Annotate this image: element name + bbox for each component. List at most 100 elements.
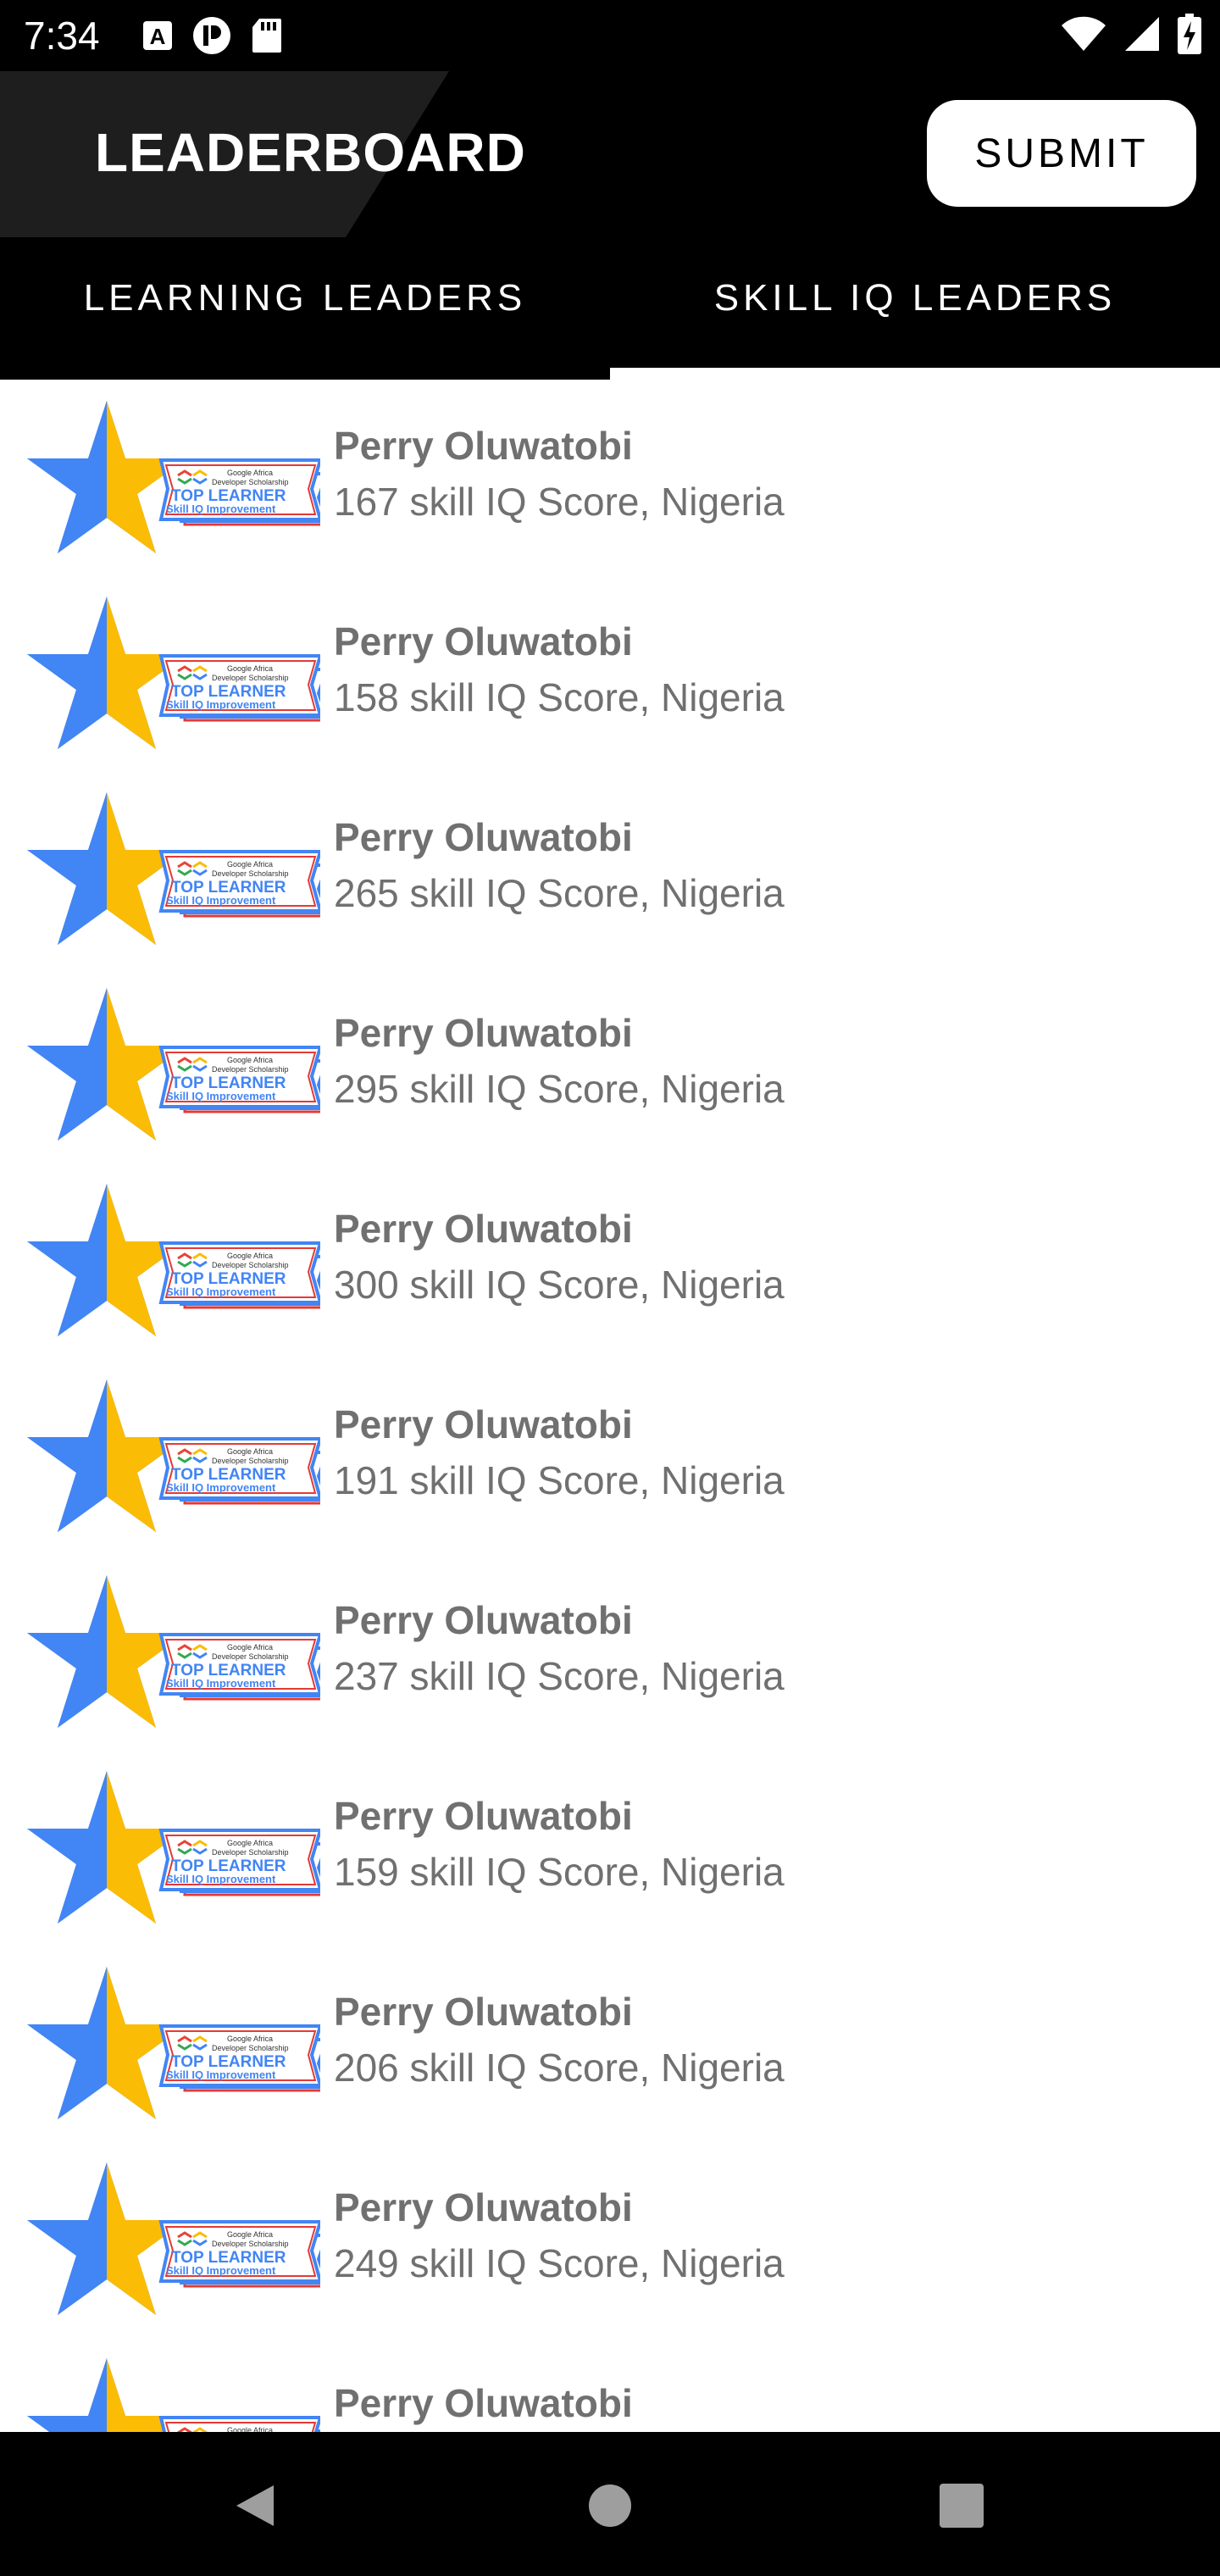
badge-line2-text: Developer Scholarship [212,674,289,682]
badge-line2-text: Developer Scholarship [212,1065,289,1074]
badge-line1-text: Google Africa [227,860,273,869]
leader-list-item[interactable]: Google Africa Developer Scholarship TOP … [0,2337,1220,2432]
leader-text: Perry Oluwatobi 300 skill IQ Score, Niger… [334,1202,785,1313]
badge-subtitle-text: Skill IQ Improvement [166,1285,276,1298]
badge-line2-text: Developer Scholarship [212,1457,289,1465]
badge-line2-text: Developer Scholarship [212,1848,289,1857]
top-learner-badge-icon: Google Africa Developer Scholarship TOP … [27,988,320,1141]
leader-score-country: 265 skill IQ Score, Nigeria [334,871,785,915]
leader-list-item[interactable]: Google Africa Developer Scholarship TOP … [0,967,1220,1163]
leader-score-country: 167 skill IQ Score, Nigeria [334,480,785,524]
badge-subtitle-text: Skill IQ Improvement [166,1873,276,1885]
status-icons-right [1061,14,1201,54]
top-learner-badge-icon: Google Africa Developer Scholarship TOP … [27,2162,320,2315]
leader-name: Perry Oluwatobi [334,619,633,663]
leader-text: Perry Oluwatobi 191 skill IQ Score, Niger… [334,1397,785,1509]
leader-list-item[interactable]: Google Africa Developer Scholarship TOP … [0,1946,1220,2141]
leader-list-item[interactable]: Google Africa Developer Scholarship TOP … [0,1358,1220,1554]
top-learner-badge-icon: Google Africa Developer Scholarship TOP … [27,1771,320,1924]
tab-skill-iq-leaders[interactable]: SKILL IQ LEADERS [610,237,1220,380]
badge-line1-text: Google Africa [227,1252,273,1260]
leader-name: Perry Oluwatobi [334,2185,633,2229]
tab-learning-leaders[interactable]: LEARNING LEADERS [0,237,610,380]
badge-subtitle-text: Skill IQ Improvement [166,2068,276,2081]
leader-text: Perry Oluwatobi 159 skill IQ Score, Niger… [334,1789,785,1901]
badge-line1-text: Google Africa [227,1447,273,1456]
leader-score-country: 249 skill IQ Score, Nigeria [334,2241,785,2285]
leader-text: Perry Oluwatobi 167 skill IQ Score, Niger… [334,419,785,530]
badge-line2-text: Developer Scholarship [212,1261,289,1269]
leader-score-country: 191 skill IQ Score, Nigeria [334,1458,785,1502]
leader-list-item[interactable]: Google Africa Developer Scholarship TOP … [0,1750,1220,1946]
top-learner-badge-icon: Google Africa Developer Scholarship TOP … [27,1380,320,1532]
leader-list-item[interactable]: Google Africa Developer Scholarship TOP … [0,771,1220,967]
leader-list-item[interactable]: Google Africa Developer Scholarship TOP … [0,575,1220,771]
tab-indicator [0,368,610,380]
top-learner-badge-icon: Google Africa Developer Scholarship TOP … [27,401,320,553]
home-icon [589,2484,631,2527]
leader-text: Perry Oluwatobi 295 skill IQ Score, Niger… [334,1006,785,1118]
badge-line2-text: Developer Scholarship [212,2240,289,2248]
badge-line1-text: Google Africa [227,2426,273,2432]
badge-line1-text: Google Africa [227,2035,273,2043]
badge-subtitle-text: Skill IQ Improvement [166,698,276,711]
leader-list-item[interactable]: Google Africa Developer Scholarship TOP … [0,2141,1220,2337]
leader-list-item[interactable]: Google Africa Developer Scholarship TOP … [0,380,1220,575]
leader-text: Perry Oluwatobi 265 skill IQ Score, Niger… [334,810,785,922]
leader-name: Perry Oluwatobi [334,1598,633,1642]
leader-list-item[interactable]: Google Africa Developer Scholarship TOP … [0,1163,1220,1358]
badge-subtitle-text: Skill IQ Improvement [166,894,276,907]
back-button[interactable] [217,2468,293,2544]
recents-button[interactable] [923,2468,1000,2544]
status-bar: 7:34 A [0,0,1220,71]
leader-name: Perry Oluwatobi [334,1402,633,1446]
top-learner-badge-icon: Google Africa Developer Scholarship TOP … [27,2358,320,2432]
leader-score-country: 295 skill IQ Score, Nigeria [334,1067,785,1111]
sd-card-icon [252,19,281,53]
leader-score-country: 237 skill IQ Score, Nigeria [334,1654,785,1698]
leader-score-country: 159 skill IQ Score, Nigeria [334,1850,785,1894]
leader-text: Perry Oluwatobi 206 skill IQ Score, Niger… [334,1985,785,2096]
top-learner-badge-icon: Google Africa Developer Scholarship TOP … [27,597,320,749]
wifi-icon [1062,16,1106,51]
submit-button[interactable]: SUBMIT [927,100,1196,207]
leader-name: Perry Oluwatobi [334,1011,633,1055]
recents-icon [940,2484,984,2528]
leader-score-country: 158 skill IQ Score, Nigeria [334,675,785,719]
badge-line1-text: Google Africa [227,664,273,673]
badge-line2-text: Developer Scholarship [212,2044,289,2052]
badge-line1-text: Google Africa [227,1643,273,1652]
top-learner-badge-icon: Google Africa Developer Scholarship TOP … [27,1575,320,1728]
badge-line1-text: Google Africa [227,469,273,477]
signal-icon [1125,17,1159,51]
badge-subtitle-text: Skill IQ Improvement [166,2264,276,2277]
leader-list[interactable]: Google Africa Developer Scholarship TOP … [0,380,1220,2432]
leader-name: Perry Oluwatobi [334,1990,633,2034]
home-button[interactable] [572,2468,648,2544]
leader-name: Perry Oluwatobi [334,815,633,859]
badge-line1-text: Google Africa [227,2230,273,2239]
top-learner-badge-icon: Google Africa Developer Scholarship TOP … [27,1967,320,2119]
leader-text: Perry Oluwatobi [334,2376,633,2430]
leader-text: Perry Oluwatobi 237 skill IQ Score, Niger… [334,1593,785,1705]
badge-line2-text: Developer Scholarship [212,1652,289,1661]
tab-indicator [610,368,1220,380]
badge-subtitle-text: Skill IQ Improvement [166,1677,276,1690]
svg-text:A: A [150,24,166,49]
a-notification-icon: A [143,21,172,50]
tab-label: SKILL IQ LEADERS [713,277,1117,319]
leader-text: Perry Oluwatobi 158 skill IQ Score, Niger… [334,614,785,726]
tab-label: LEARNING LEADERS [83,277,527,319]
badge-line2-text: Developer Scholarship [212,869,289,878]
badge-subtitle-text: Skill IQ Improvement [166,1481,276,1494]
leader-list-item[interactable]: Google Africa Developer Scholarship TOP … [0,1554,1220,1750]
p-notification-icon [193,17,230,54]
leader-score-country: 206 skill IQ Score, Nigeria [334,2046,785,2090]
status-icons-left: A [142,15,283,56]
app-header: LEADERBOARD SUBMIT [0,71,1220,237]
badge-subtitle-text: Skill IQ Improvement [166,502,276,515]
leader-name: Perry Oluwatobi [334,2381,633,2425]
top-learner-badge-icon: Google Africa Developer Scholarship TOP … [27,792,320,945]
leader-text: Perry Oluwatobi 249 skill IQ Score, Niger… [334,2180,785,2292]
badge-subtitle-text: Skill IQ Improvement [166,1090,276,1102]
